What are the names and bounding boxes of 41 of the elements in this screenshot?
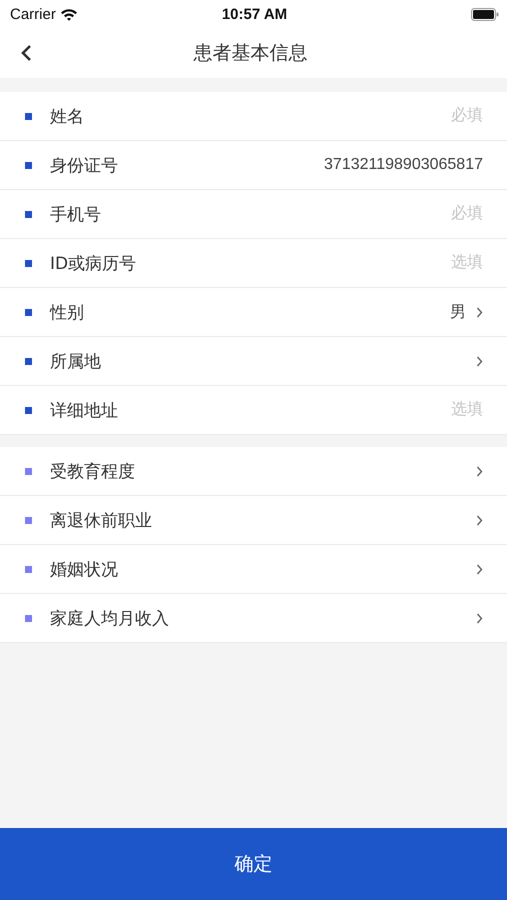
field-label: 姓名 bbox=[50, 106, 84, 128]
form-field[interactable]: ID或病历号 选填 bbox=[0, 239, 507, 288]
chevron-right-icon bbox=[476, 564, 483, 574]
back-icon bbox=[20, 44, 32, 62]
page-title: 患者基本信息 bbox=[194, 41, 308, 66]
chevron-right-icon bbox=[476, 612, 483, 624]
field-label: 手机号 bbox=[50, 204, 101, 226]
form-field[interactable]: 姓名 必填 bbox=[0, 92, 507, 141]
field-label: 受教育程度 bbox=[50, 460, 135, 482]
input-field[interactable]: 371321198903065817 bbox=[118, 150, 483, 180]
select-row[interactable]: 所属地 bbox=[0, 337, 507, 386]
field-label: 家庭人均月收入 bbox=[50, 608, 169, 630]
field-label: 详细地址 bbox=[50, 400, 118, 422]
field-label: ID或病历号 bbox=[50, 252, 136, 274]
chevron-right-icon bbox=[476, 356, 483, 366]
form-field[interactable]: 详细地址 选填 bbox=[0, 386, 507, 435]
wifi-icon bbox=[60, 8, 78, 20]
select-row[interactable]: 家庭人均月收入 bbox=[0, 594, 507, 643]
field-label: 身份证号 bbox=[50, 154, 118, 176]
form-field[interactable]: 手机号 必填 bbox=[0, 190, 507, 239]
field-label: 性别 bbox=[50, 302, 84, 324]
chevron-right-icon bbox=[476, 306, 483, 318]
field-label: 婚姻状况 bbox=[50, 558, 118, 580]
select-row[interactable]: 离退休前职业 bbox=[0, 496, 507, 545]
select-row[interactable]: 性别 男 bbox=[0, 288, 507, 337]
confirm-button[interactable]: 确定 bbox=[0, 828, 507, 900]
select-row[interactable]: 婚姻状况 bbox=[0, 545, 507, 594]
chevron-right-icon bbox=[476, 514, 483, 526]
input-field[interactable]: 必填 bbox=[84, 101, 483, 131]
field-label: 离退休前职业 bbox=[50, 510, 152, 532]
form-field[interactable]: 身份证号 371321198903065817 bbox=[0, 141, 507, 190]
field-label: 所属地 bbox=[50, 350, 101, 372]
battery-icon bbox=[471, 8, 499, 20]
carrier-label: Carrier bbox=[10, 6, 56, 22]
input-field[interactable]: 必填 bbox=[101, 199, 483, 229]
selected-value: 男 bbox=[450, 302, 466, 322]
input-field[interactable]: 选填 bbox=[136, 248, 483, 278]
chevron-right-icon bbox=[476, 466, 483, 476]
clock-time: 10:57 AM bbox=[222, 6, 288, 22]
input-field[interactable]: 选填 bbox=[118, 395, 483, 425]
select-row[interactable]: 受教育程度 bbox=[0, 447, 507, 496]
